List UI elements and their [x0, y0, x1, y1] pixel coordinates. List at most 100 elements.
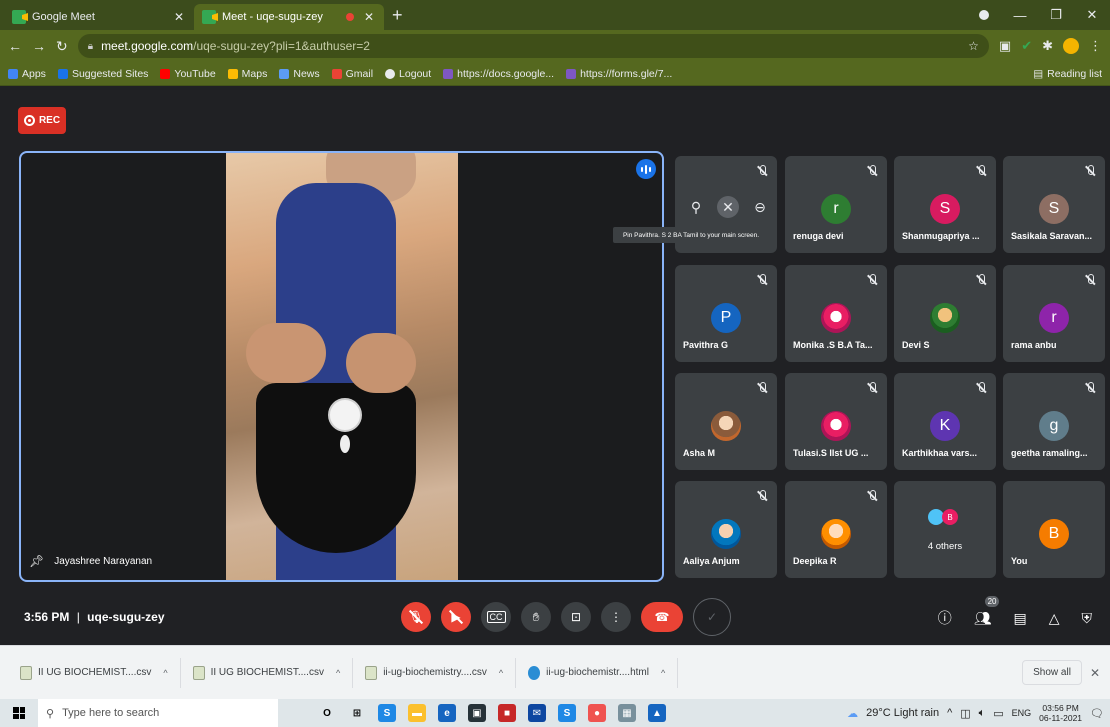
bookmark-youtube[interactable]: YouTube — [160, 68, 216, 80]
chevron-up-icon[interactable]: ^ — [163, 668, 167, 678]
forward-arrow-icon[interactable]: → — [32, 38, 46, 54]
start-button[interactable] — [0, 707, 38, 719]
back-arrow-icon[interactable]: ← — [8, 38, 22, 54]
chat-button[interactable]: ▤ — [1013, 610, 1026, 627]
chevron-up-icon[interactable]: ^ — [336, 668, 340, 678]
cortana-icon[interactable]: O — [318, 704, 336, 722]
close-downloads-icon[interactable]: ✕ — [1090, 666, 1100, 680]
download-item[interactable]: II UG BIOCHEMIST....csv ^ — [8, 657, 181, 688]
participant-tile[interactable]: Asha M — [675, 373, 777, 470]
bookmark-suggested[interactable]: Suggested Sites — [57, 68, 148, 80]
mic-muted-icon — [1083, 273, 1097, 287]
weather-text[interactable]: 29°C Light rain — [866, 707, 939, 719]
download-item[interactable]: ii-ug-biochemistry....csv ^ — [353, 657, 517, 688]
weather-icon[interactable]: ☁ — [847, 707, 858, 720]
pin-icon[interactable]: ⚲ — [685, 196, 707, 218]
extension-icon[interactable]: ▣ — [999, 38, 1011, 54]
tray-chevron-icon[interactable]: ^ — [947, 707, 952, 719]
participant-tile[interactable]: Tulasi.S IIst UG ... — [785, 373, 887, 470]
menu-kebab-icon[interactable]: ⋮ — [1089, 38, 1102, 54]
mail-icon[interactable]: ✉ — [528, 704, 546, 722]
tab-meet-call[interactable]: Meet - uqe-sugu-zey ✕ — [194, 4, 384, 30]
people-button[interactable]: 👥︎ 20 — [974, 595, 1000, 627]
reading-list-button[interactable]: ▤ Reading list — [1033, 68, 1102, 80]
taskbar-clock[interactable]: 03:56 PM 06-11-2021 — [1039, 703, 1082, 723]
chevron-up-icon[interactable]: ^ — [661, 668, 665, 678]
participant-tile[interactable]: g geetha ramaling... — [1003, 373, 1105, 470]
host-controls-button[interactable]: ⛨ — [1082, 610, 1093, 627]
leave-call-button[interactable]: ☎︎ — [641, 602, 683, 632]
close-window-button[interactable]: ✕ — [1074, 7, 1110, 23]
network-icon[interactable]: ◫ — [960, 707, 970, 720]
main-speaker-video[interactable]: 📌︎ Jayashree Narayanan — [19, 151, 664, 582]
download-item[interactable]: ii-ug-biochemistr....html ^ — [516, 657, 679, 688]
new-tab-button[interactable]: + — [392, 4, 403, 26]
store-icon[interactable]: ▣ — [468, 704, 486, 722]
profile-icon[interactable] — [966, 8, 1002, 23]
participant-tile[interactable]: B You — [1003, 481, 1105, 578]
bookmark-maps[interactable]: Maps — [227, 68, 267, 80]
download-item[interactable]: II UG BIOCHEMIST....csv ^ — [181, 657, 354, 688]
tab-google-meet[interactable]: Google Meet ✕ — [4, 4, 194, 30]
close-tab-icon[interactable]: ✕ — [362, 10, 376, 24]
bookmark-star-icon[interactable]: ☆ — [968, 39, 979, 53]
mic-muted-icon — [755, 164, 769, 178]
participant-tile[interactable]: r rama anbu — [1003, 265, 1105, 362]
bookmark-docs[interactable]: https://docs.google... — [443, 68, 554, 80]
participant-tile[interactable]: Devi S — [894, 265, 996, 362]
activities-button[interactable]: △ — [1049, 610, 1060, 627]
url-bar[interactable]: 🔒︎ meet.google.com/uqe-sugu-zey?pli=1&au… — [77, 34, 989, 58]
edge-icon[interactable]: e — [438, 704, 456, 722]
skype-icon[interactable]: S — [558, 704, 576, 722]
extension-button[interactable]: ✓ — [693, 598, 731, 636]
bookmark-apps[interactable]: Apps — [8, 68, 46, 80]
calculator-icon[interactable]: ▦ — [618, 704, 636, 722]
task-view-icon[interactable]: ⊞ — [348, 704, 366, 722]
raise-hand-button[interactable]: ✋︎ — [521, 602, 551, 632]
pin-icon[interactable]: 📌︎ — [29, 554, 44, 568]
participant-tile[interactable]: Aaliya Anjum — [675, 481, 777, 578]
microphone-toggle-button[interactable]: 🎙︎ — [401, 602, 431, 632]
bookmark-logout[interactable]: Logout — [385, 68, 431, 80]
bookmark-forms[interactable]: https://forms.gle/7... — [566, 68, 672, 80]
participant-tile[interactable]: S Shanmugapriya ... — [894, 156, 996, 253]
show-all-downloads-button[interactable]: Show all — [1022, 660, 1082, 685]
participant-tile[interactable]: B 4 others — [894, 481, 996, 578]
participant-tile[interactable]: Monika .S B.A Ta... — [785, 265, 887, 362]
present-now-button[interactable]: ⊡ — [561, 602, 591, 632]
pin-tooltip: Pin Pavithra. S 2 BA Tamil to your main … — [613, 227, 769, 243]
close-tab-icon[interactable]: ✕ — [172, 10, 186, 24]
volume-icon[interactable]: 🔈︎ — [979, 707, 986, 720]
lock-icon: 🔒︎ — [87, 40, 94, 52]
chrome-icon[interactable]: ● — [588, 704, 606, 722]
participant-tile[interactable]: K Karthikhaa vars... — [894, 373, 996, 470]
meeting-details-button[interactable]: ⓘ — [938, 608, 952, 628]
maximize-button[interactable]: ❐ — [1038, 7, 1074, 23]
check-extension-icon[interactable]: ✔ — [1021, 38, 1032, 54]
puzzle-extensions-icon[interactable]: ✱ — [1042, 38, 1053, 54]
mute-participant-icon[interactable]: ✕ — [717, 196, 739, 218]
notifications-icon[interactable]: 🗨︎ — [1090, 707, 1104, 720]
bookmark-label: Apps — [22, 67, 46, 80]
more-options-button[interactable]: ⋮ — [601, 602, 631, 632]
battery-icon[interactable]: ▭ — [993, 707, 1003, 720]
file-explorer-icon[interactable]: ▬ — [408, 704, 426, 722]
app-icon[interactable]: S — [378, 704, 396, 722]
taskbar-search[interactable]: ⚲ Type here to search — [38, 699, 278, 727]
minimize-button[interactable]: — — [1002, 8, 1038, 23]
remove-icon[interactable]: ⊖ — [749, 196, 771, 218]
participant-tile[interactable]: r renuga devi — [785, 156, 887, 253]
participant-tile[interactable]: S Sasikala Saravan... — [1003, 156, 1105, 253]
participant-tile[interactable]: P Pavithra G — [675, 265, 777, 362]
bookmark-gmail[interactable]: Gmail — [331, 68, 373, 80]
chevron-up-icon[interactable]: ^ — [499, 668, 503, 678]
camera-toggle-button[interactable]: ▶ — [441, 602, 471, 632]
reload-icon[interactable]: ↻ — [56, 38, 68, 55]
bookmark-news[interactable]: News — [279, 68, 320, 80]
app-icon[interactable]: ■ — [498, 704, 516, 722]
avatar[interactable] — [1063, 38, 1079, 54]
language-indicator[interactable]: ENG — [1012, 708, 1032, 718]
captions-button[interactable]: CC — [481, 602, 511, 632]
participant-tile[interactable]: Deepika R — [785, 481, 887, 578]
photos-icon[interactable]: ▲ — [648, 704, 666, 722]
